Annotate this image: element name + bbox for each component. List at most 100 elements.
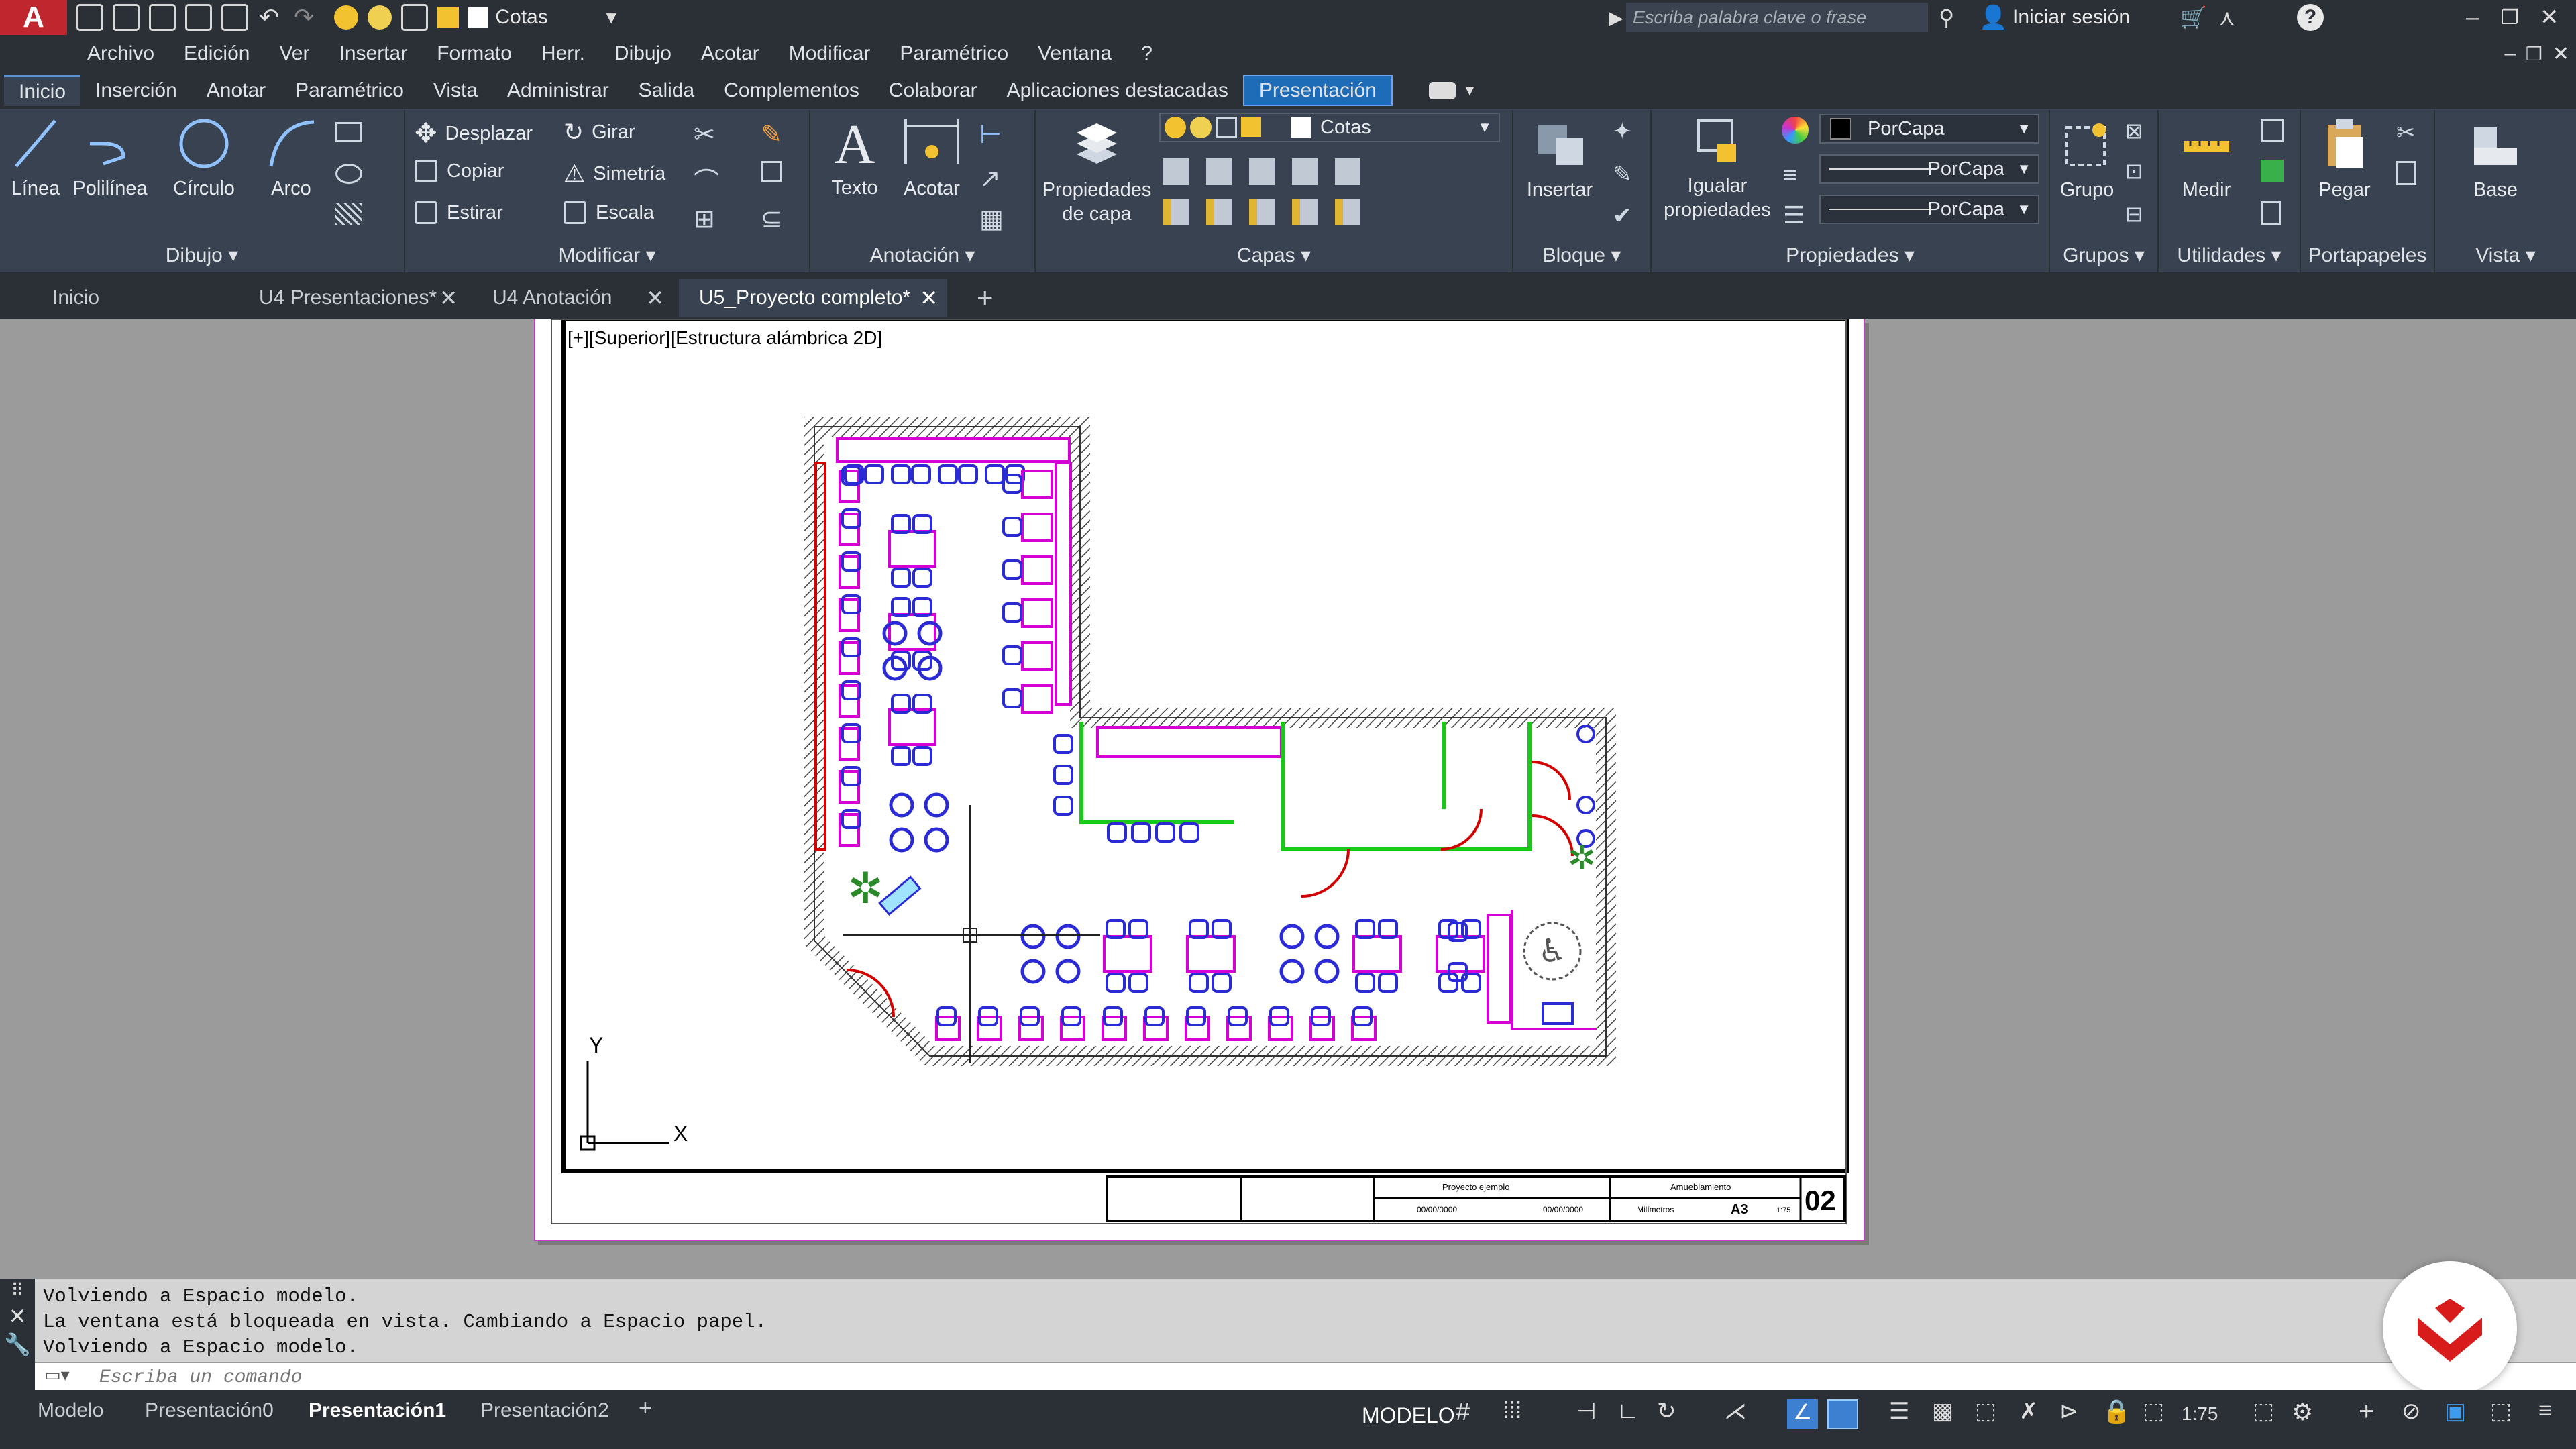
explode-icon[interactable]: [761, 161, 782, 182]
panel-title-bloque[interactable]: Bloque ▾: [1513, 244, 1650, 267]
tab-inicio[interactable]: Inicio: [4, 75, 81, 106]
simetria-button[interactable]: ⚠ Simetría: [564, 160, 665, 188]
tab-salida[interactable]: Salida: [624, 75, 709, 106]
ribbon-toggle-icon[interactable]: [1428, 82, 1456, 99]
viewport-scale-value[interactable]: 1:75: [2182, 1403, 2218, 1425]
propiedades-capa-button[interactable]: Propiedades de capa: [1040, 114, 1154, 226]
estirar-button[interactable]: Estirar: [415, 201, 503, 224]
igualar-propiedades-button[interactable]: Igualar propiedades: [1657, 114, 1778, 222]
viewport-lock-icon[interactable]: 🔒: [2102, 1398, 2131, 1425]
infer-icon[interactable]: ⊣: [1576, 1398, 1597, 1425]
attribute-icon[interactable]: ✔: [1613, 203, 1632, 229]
array-icon[interactable]: ⊞: [694, 204, 715, 234]
doc-restore-icon[interactable]: ❐: [2526, 43, 2542, 65]
tab-aplicaciones[interactable]: Aplicaciones destacadas: [992, 75, 1243, 106]
panel-title-propiedades[interactable]: Propiedades ▾: [1652, 244, 2049, 267]
close-tab-icon[interactable]: ✕: [439, 285, 458, 311]
layer-viewport-icon[interactable]: [401, 4, 429, 31]
drawing-canvas[interactable]: ♿ ✲ ✲ [+][Superior][Estructura alámbrica…: [0, 319, 2576, 1279]
chevron-down-icon[interactable]: ▼: [1462, 82, 1477, 99]
viewport-label[interactable]: [+][Superior][Estructura alámbrica 2D]: [568, 327, 882, 349]
chevron-right-icon[interactable]: ▶: [1609, 7, 1623, 29]
grip-icon[interactable]: ⠿: [0, 1280, 35, 1301]
menu-acotar[interactable]: Acotar: [701, 42, 759, 65]
tab-colaborar[interactable]: Colaborar: [874, 75, 992, 106]
edit-block-icon[interactable]: ✎: [1613, 161, 1632, 188]
linetype-combo[interactable]: PorCapa ▼: [1819, 195, 2039, 224]
quick-layer-combo[interactable]: Cotas: [495, 6, 602, 29]
escala-button[interactable]: Escala: [564, 201, 654, 224]
panel-title-utilidades[interactable]: Utilidades ▾: [2159, 244, 2300, 267]
layer-thaw-icon[interactable]: [368, 5, 392, 30]
isodraft-icon[interactable]: ⋌: [1724, 1398, 1747, 1425]
menu-help[interactable]: ?: [1141, 42, 1152, 65]
search-input[interactable]: Escriba palabra clave o frase: [1626, 3, 1928, 32]
file-tab-u4-presentaciones[interactable]: U4 Presentaciones* ✕: [239, 279, 467, 317]
polilinea-button[interactable]: Polilínea: [70, 117, 150, 201]
file-tab-u5-proyecto[interactable]: U5_Proyecto completo* ✕: [679, 279, 947, 317]
doc-close-icon[interactable]: ✕: [2553, 42, 2569, 66]
file-tab-u4-anotacion[interactable]: U4 Anotación ✕: [472, 279, 674, 317]
cut-icon[interactable]: ✂: [2396, 119, 2416, 146]
restore-icon[interactable]: ❐: [2501, 6, 2519, 30]
cart-icon[interactable]: 🛒: [2180, 5, 2207, 30]
insertar-button[interactable]: Insertar: [1516, 114, 1603, 202]
group-edit-icon[interactable]: ⊡: [2125, 158, 2143, 184]
binoculars-icon[interactable]: ⚲: [1939, 5, 1954, 30]
doc-minimize-icon[interactable]: –: [2504, 42, 2516, 65]
tab-insercion[interactable]: Inserción: [80, 75, 192, 106]
hatch-icon[interactable]: [335, 203, 362, 225]
undo-icon[interactable]: ↶: [259, 3, 279, 32]
open-icon[interactable]: [113, 4, 140, 31]
minimize-icon[interactable]: –: [2466, 5, 2479, 31]
menu-formato[interactable]: Formato: [437, 42, 512, 65]
file-tab-inicio[interactable]: Inicio: [32, 279, 233, 317]
tab-administrar[interactable]: Administrar: [492, 75, 624, 106]
linea-button[interactable]: Línea: [5, 117, 66, 201]
grupo-button[interactable]: Grupo: [2050, 118, 2124, 202]
grid-icon[interactable]: #: [1456, 1398, 1470, 1427]
command-input-bar[interactable]: ▭▾ Escriba un comando: [35, 1362, 2576, 1390]
osnap-icon[interactable]: [1827, 1399, 1858, 1429]
medir-button[interactable]: Medir: [2163, 118, 2250, 202]
layer-lock-icon[interactable]: [437, 7, 460, 28]
snap-icon[interactable]: ⁞⁞⁞: [1503, 1398, 1521, 1424]
leader-icon[interactable]: ↗: [979, 164, 1001, 194]
panel-title-vista[interactable]: Vista ▾: [2435, 244, 2576, 267]
polar-icon[interactable]: ↻: [1657, 1398, 1676, 1425]
lineweight-toggle-icon[interactable]: ☰: [1889, 1398, 1909, 1425]
rectangle-icon[interactable]: [335, 122, 362, 142]
circulo-button[interactable]: Círculo: [164, 117, 244, 201]
panel-title-grupos[interactable]: Grupos ▾: [2050, 244, 2157, 267]
command-prompt-icon[interactable]: ▭▾: [44, 1364, 70, 1385]
layer-combo[interactable]: Cotas ▼: [1159, 113, 1500, 142]
layout-tab-modelo[interactable]: Modelo: [38, 1399, 103, 1422]
layout-tab-presentacion2[interactable]: Presentación2: [480, 1399, 609, 1422]
wrench-icon[interactable]: 🔧: [0, 1332, 35, 1357]
base-button[interactable]: Base: [2455, 118, 2536, 202]
ellipse-icon[interactable]: [335, 164, 362, 184]
menu-dibujo[interactable]: Dibujo: [614, 42, 672, 65]
help-icon[interactable]: ?: [2297, 4, 2324, 31]
hardware-accel-icon[interactable]: ▣: [2445, 1398, 2466, 1425]
menu-modificar[interactable]: Modificar: [789, 42, 871, 65]
offset-icon[interactable]: ⊆: [761, 204, 782, 234]
table-icon[interactable]: ▦: [979, 204, 1004, 234]
panel-title-dibujo[interactable]: Dibujo ▾: [0, 244, 404, 267]
panel-title-capas[interactable]: Capas ▾: [1036, 244, 1512, 267]
copiar-button[interactable]: Copiar: [415, 160, 504, 182]
pegar-button[interactable]: Pegar: [2308, 117, 2381, 202]
viewport-scale-icon[interactable]: ⬚: [2143, 1398, 2164, 1425]
tab-presentacion[interactable]: Presentación: [1242, 75, 1393, 106]
arco-button[interactable]: Arco: [258, 117, 325, 201]
menu-edicion[interactable]: Edición: [184, 42, 250, 65]
texto-button[interactable]: A Texto: [821, 114, 888, 200]
selectall-icon[interactable]: [2261, 160, 2284, 182]
calculator-icon[interactable]: [2261, 201, 2281, 225]
panel-title-anotacion[interactable]: Anotación ▾: [810, 244, 1034, 267]
girar-button[interactable]: ↻ Girar: [564, 118, 635, 146]
signin-button[interactable]: Iniciar sesión: [2012, 6, 2130, 29]
new-tab-icon[interactable]: +: [977, 282, 994, 314]
chevron-down-icon[interactable]: ▼: [602, 7, 620, 28]
menu-herr[interactable]: Herr.: [541, 42, 585, 65]
